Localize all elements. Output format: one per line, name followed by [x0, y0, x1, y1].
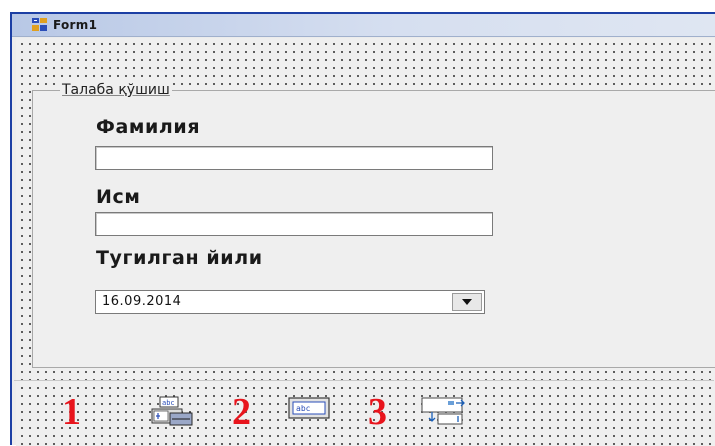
svg-text:abc: abc	[296, 404, 311, 413]
dropdown-button[interactable]	[452, 293, 482, 311]
label-component-icon[interactable]: abc	[287, 395, 331, 421]
tray-divider	[14, 380, 714, 381]
name-label: Исм	[96, 186, 141, 208]
marker-number-3: 3	[368, 391, 387, 433]
surname-label: Фамилия	[96, 116, 201, 138]
birth-year-label: Тугилган йили	[96, 247, 263, 269]
datetimepicker-component-icon[interactable]	[420, 395, 468, 427]
chevron-down-icon	[462, 299, 472, 305]
birth-date-value: 16.09.2014	[102, 294, 182, 309]
svg-text:abc: abc	[162, 399, 175, 407]
window-title: Form1	[53, 18, 98, 32]
title-bar[interactable]: Form1	[12, 14, 715, 37]
birth-date-picker[interactable]: 16.09.2014	[95, 290, 485, 314]
marker-number-2: 2	[232, 391, 251, 433]
name-input[interactable]	[95, 212, 493, 236]
edit-component-icon[interactable]: abc	[150, 395, 194, 427]
surname-input[interactable]	[95, 146, 493, 170]
groupbox-caption: Талаба қўшиш	[60, 82, 172, 98]
marker-number-1: 1	[62, 391, 81, 433]
delphi-form-icon	[32, 18, 47, 31]
